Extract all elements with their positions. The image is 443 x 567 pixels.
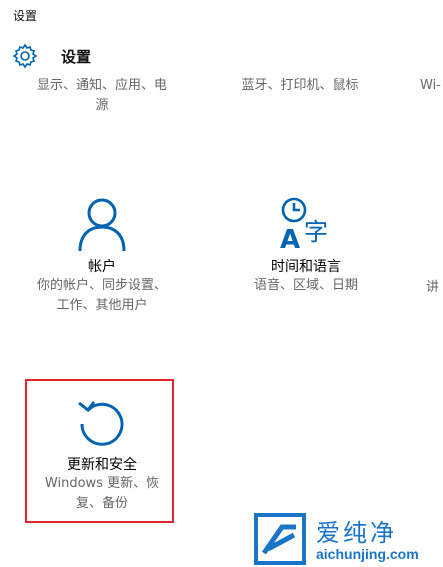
svg-text:字: 字	[304, 218, 328, 246]
tile-system-desc-1: 显示、通知、应用、电	[36, 78, 167, 93]
watermark: 爱纯净 aichunjing.com	[248, 509, 443, 567]
tile-ease-partial[interactable]: 讲	[426, 276, 439, 295]
window-title: 设置	[13, 9, 38, 23]
tile-system-desc-2: 源	[95, 98, 109, 113]
title-bar: 设置	[0, 0, 443, 32]
tile-accounts-desc-1: 你的帐户、同步设置、	[36, 278, 167, 293]
watermark-brand: 爱纯净	[316, 519, 397, 547]
time-language-icon: A 字	[280, 197, 328, 252]
person-icon	[78, 198, 126, 252]
tile-time-language[interactable]: A 字 时间和语言 语音、区域、日期	[226, 196, 386, 296]
gear-icon	[12, 43, 38, 69]
watermark-logo	[254, 513, 306, 565]
tile-accounts[interactable]: 帐户 你的帐户、同步设置、 工作、其他用户	[22, 196, 182, 316]
tile-accounts-name: 帐户	[88, 259, 116, 275]
tile-ease-desc: 讲	[426, 280, 440, 295]
tile-time-language-desc: 语音、区域、日期	[253, 278, 358, 293]
highlight-box	[25, 379, 174, 523]
watermark-site: aichunjing.com	[316, 546, 419, 562]
tile-accounts-desc-2: 工作、其他用户	[56, 298, 148, 313]
tile-devices-desc: 蓝牙、打印机、鼠标	[241, 78, 359, 93]
tile-system[interactable]: 显示、通知、应用、电 源	[22, 76, 182, 116]
tile-network-partial[interactable]: Wi-	[420, 78, 441, 93]
svg-text:A: A	[280, 225, 300, 252]
tile-time-language-name: 时间和语言	[271, 259, 341, 275]
tile-network-desc: Wi-	[420, 78, 441, 93]
page-title: 设置	[61, 48, 92, 66]
settings-header: 设置	[0, 40, 443, 74]
tile-devices[interactable]: 蓝牙、打印机、鼠标	[220, 76, 380, 96]
